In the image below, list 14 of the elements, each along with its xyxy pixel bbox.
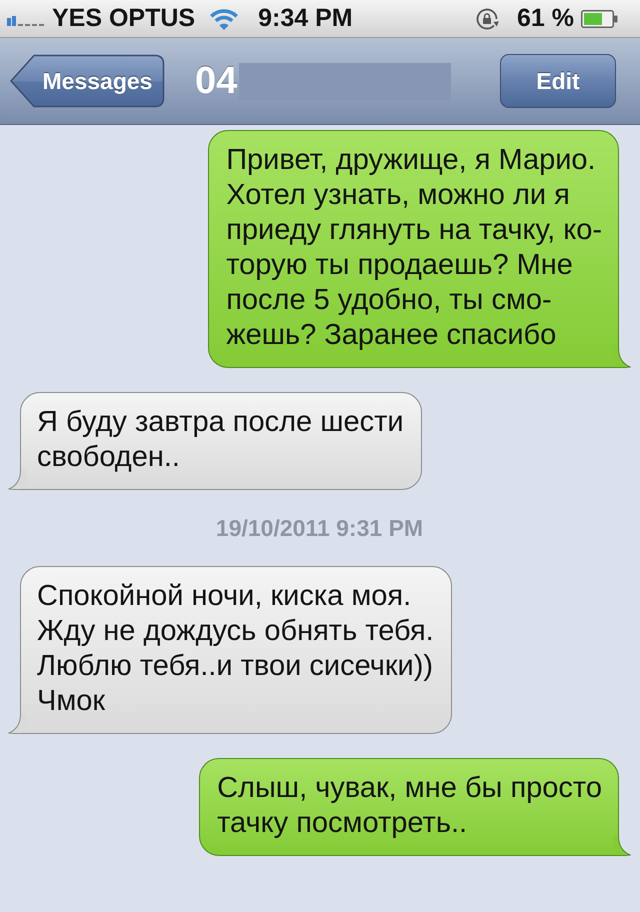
signal-icon	[7, 15, 45, 26]
contact-title: 04	[195, 62, 238, 100]
clock-time: 9:34 PM	[258, 6, 353, 31]
message-timestamp: 19/10/2011 9:31 PM	[216, 514, 424, 542]
message-text: Привет, дружище, я Марио. Хотел узнать, можно ли я приеду глянуть на тачку, ко- торую ты продаешь? Мне после 5 удобно, ты смо- жешь? Заранее спасибо	[226, 143, 602, 353]
battery-icon	[581, 10, 618, 28]
back-button[interactable]: Messages	[10, 54, 165, 108]
battery-percent: 61 %	[517, 6, 574, 31]
message-text: Слыш, чувак, мне бы просто тачку посмотреть..	[217, 771, 602, 841]
message-text: Я буду завтра после шести свободен..	[37, 405, 404, 475]
wifi-icon	[209, 8, 240, 30]
edit-button[interactable]: Edit	[500, 54, 616, 108]
carrier-name: YES OPTUS	[52, 6, 196, 31]
message-text: Спокойной ночи, киска моя. Жду не дождусь обнять тебя. Люблю тебя..и твои сисечки)) Чмок	[37, 579, 434, 719]
